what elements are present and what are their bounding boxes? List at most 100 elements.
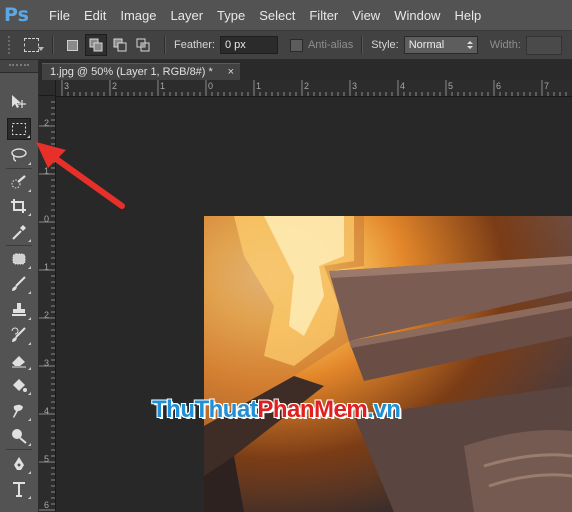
marquee-icon	[24, 38, 39, 52]
style-value: Normal	[408, 39, 445, 51]
document-tab-bar: 1.jpg @ 50% (Layer 1, RGB/8#) * ×	[39, 60, 572, 80]
h-ruler-label: 2	[304, 81, 310, 91]
menu-view[interactable]: View	[345, 8, 387, 23]
menu-window[interactable]: Window	[387, 8, 447, 23]
feather-label: Feather:	[174, 39, 215, 51]
v-ruler-label: 3	[44, 358, 50, 368]
brush-icon	[12, 276, 26, 291]
pen-icon	[14, 457, 24, 470]
new-selection-icon	[66, 39, 78, 51]
h-ruler-label: 6	[496, 81, 502, 91]
photoshop-logo: Ps	[4, 4, 29, 26]
divider	[361, 36, 364, 54]
h-ruler-label: 0	[208, 81, 214, 91]
h-ruler-label: 1	[160, 81, 166, 91]
rectangular-marquee-tool[interactable]	[7, 118, 31, 140]
menu-filter[interactable]: Filter	[302, 8, 345, 23]
feather-input[interactable]: 0 px	[219, 36, 278, 54]
dodge-tool[interactable]	[7, 425, 31, 447]
history-brush-tool[interactable]	[7, 324, 31, 346]
lasso-tool[interactable]	[7, 144, 31, 166]
menu-select[interactable]: Select	[252, 8, 302, 23]
eraser-icon	[12, 356, 26, 368]
marquee-icon	[12, 123, 26, 135]
add-to-selection-button[interactable]	[85, 34, 107, 56]
intersect-selection-icon	[136, 38, 150, 52]
menu-file[interactable]: File	[42, 8, 77, 23]
v-ruler-label: 5	[44, 454, 50, 464]
stamp-icon	[12, 303, 26, 316]
width-label: Width:	[489, 39, 521, 51]
eyedropper-tool[interactable]	[7, 221, 31, 243]
pen-tool[interactable]	[7, 453, 31, 475]
v-ruler-label: 2	[44, 118, 50, 128]
tool-preset-picker[interactable]	[22, 36, 44, 54]
anti-alias-checkbox[interactable]	[289, 38, 303, 52]
style-label: Style:	[371, 39, 399, 51]
crop-tool[interactable]	[7, 195, 31, 217]
menu-edit[interactable]: Edit	[77, 8, 113, 23]
h-ruler-label: 5	[448, 81, 454, 91]
move-icon	[12, 95, 26, 108]
paint-bucket-icon	[13, 379, 27, 392]
intersect-selection-button[interactable]	[133, 35, 153, 55]
eraser-tool[interactable]	[7, 349, 31, 371]
updown-arrow-icon	[466, 41, 473, 49]
subtract-from-selection-icon	[113, 38, 127, 52]
options-bar-grip[interactable]	[8, 36, 14, 54]
toolbox	[0, 60, 39, 512]
bandage-icon	[12, 253, 26, 265]
h-ruler-label: 4	[400, 81, 406, 91]
style-select[interactable]: Normal	[403, 36, 478, 54]
type-icon	[13, 482, 25, 497]
crop-icon	[11, 199, 26, 213]
dropdown-arrow-icon	[38, 47, 44, 51]
subtract-from-selection-button[interactable]	[110, 35, 130, 55]
eyedropper-icon	[12, 225, 26, 240]
spot-healing-brush-tool[interactable]	[7, 248, 31, 270]
v-ruler-label: 6	[44, 500, 50, 510]
h-ruler-label: 3	[352, 81, 358, 91]
menu-type[interactable]: Type	[210, 8, 252, 23]
document-tab-title: 1.jpg @ 50% (Layer 1, RGB/8#) *	[50, 66, 213, 78]
architecture-photo	[204, 216, 572, 512]
menu-bar: Ps File Edit Image Layer Type Select Fil…	[0, 0, 572, 31]
watermark-part3: .vn	[367, 396, 401, 423]
move-tool[interactable]	[7, 91, 31, 113]
history-brush-icon	[11, 327, 26, 342]
menu-image[interactable]: Image	[113, 8, 163, 23]
watermark-part2: PhanMem	[257, 396, 368, 423]
type-tool[interactable]	[7, 478, 31, 500]
document-image[interactable]	[204, 216, 572, 512]
v-ruler-label: 4	[44, 406, 50, 416]
divider	[52, 36, 54, 54]
lasso-icon	[11, 148, 27, 162]
quick-selection-icon	[11, 175, 26, 189]
h-ruler-label: 2	[112, 81, 118, 91]
new-selection-button[interactable]	[62, 35, 82, 55]
dodge-icon	[12, 429, 27, 444]
h-ruler-label: 1	[256, 81, 262, 91]
ruler-origin[interactable]	[39, 80, 56, 96]
smudge-icon	[13, 404, 23, 418]
add-to-selection-icon	[89, 38, 103, 52]
h-ruler-label: 7	[544, 81, 550, 91]
menu-layer[interactable]: Layer	[164, 8, 211, 23]
quick-selection-tool[interactable]	[7, 171, 31, 193]
clone-stamp-tool[interactable]	[7, 299, 31, 321]
toolbox-header[interactable]	[0, 60, 38, 73]
red-arrow-annotation	[36, 142, 125, 209]
brush-tool[interactable]	[7, 273, 31, 295]
divider	[164, 36, 166, 54]
horizontal-ruler[interactable]: 3 2 1 0 1 2 3 4 5 6 7	[56, 80, 572, 97]
h-ruler-label: 3	[64, 81, 70, 91]
watermark-part1: ThuThuat	[152, 396, 258, 423]
blur-tool[interactable]	[7, 400, 31, 422]
document-tab[interactable]: 1.jpg @ 50% (Layer 1, RGB/8#) * ×	[42, 63, 240, 80]
close-icon[interactable]: ×	[228, 66, 234, 78]
v-ruler-label: 1	[44, 262, 50, 272]
menu-help[interactable]: Help	[447, 8, 488, 23]
v-ruler-label: 2	[44, 310, 50, 320]
paint-bucket-tool[interactable]	[7, 374, 31, 396]
width-input[interactable]	[525, 35, 562, 55]
